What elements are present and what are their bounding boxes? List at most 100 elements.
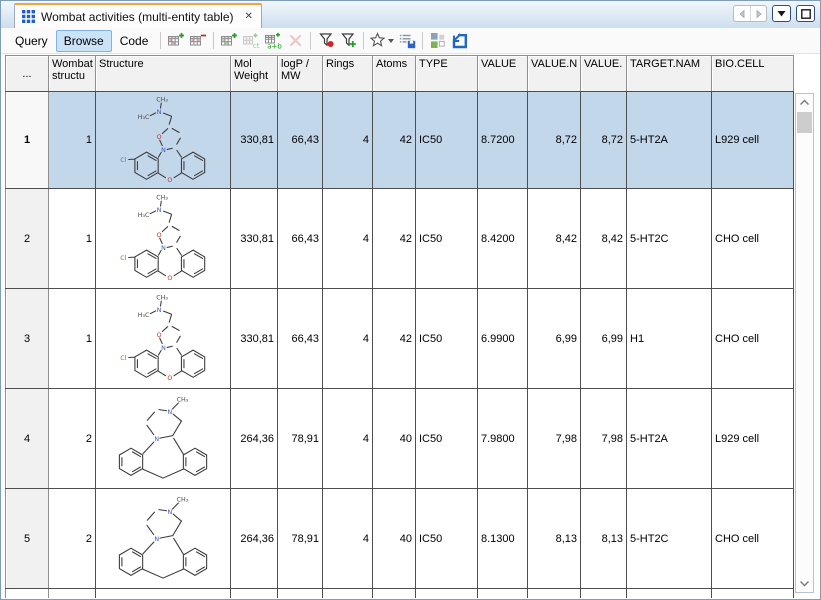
cell-bio-cell[interactable]: CHO cell [712,489,794,589]
row-header[interactable]: 5 [6,489,49,589]
row-header[interactable] [6,589,49,599]
cell-bio-cell[interactable]: CHO cell [712,289,794,389]
tab-close-icon[interactable]: ✕ [245,12,253,22]
mode-code[interactable]: Code [112,30,157,52]
column-header-logp-mw[interactable]: logP / MW [278,56,323,92]
column-header-value-2[interactable]: VALUE. [581,56,627,92]
cell-empty[interactable] [278,589,323,599]
add-table-a-plus-b-icon[interactable]: a+b [262,30,284,52]
row-header[interactable]: 4 [6,389,49,489]
cell-atoms[interactable]: 42 [373,189,416,289]
column-header-rings[interactable]: Rings [323,56,373,92]
cell-atoms[interactable]: 40 [373,389,416,489]
cell-mol-weight[interactable]: 330,81 [231,189,278,289]
cell-wombat-structure[interactable]: 1 [49,92,96,189]
cell-value-2[interactable]: 8,13 [581,489,627,589]
cell-value-2[interactable]: 8,72 [581,92,627,189]
cell-value-n[interactable]: 7,98 [528,389,581,489]
tab-list-dropdown-icon[interactable] [772,5,791,22]
add-table-icon[interactable] [218,30,240,52]
tab-scroll-left-icon[interactable] [734,6,750,21]
panels-layout-icon[interactable] [427,30,449,52]
cell-value[interactable]: 8.7200 [478,92,528,189]
cell-type[interactable]: IC50 [416,92,478,189]
mode-query[interactable]: Query [7,30,56,52]
cell-mol-weight[interactable]: 330,81 [231,92,278,189]
cell-value[interactable]: 7.9800 [478,389,528,489]
maximize-icon[interactable] [796,5,815,22]
cell-rings[interactable]: 4 [323,389,373,489]
cell-mol-weight[interactable]: 264,36 [231,389,278,489]
cell-empty[interactable] [96,589,231,599]
column-header-wombat-structure[interactable]: Wombat structu [49,56,96,92]
mode-browse[interactable]: Browse [56,30,112,52]
cell-structure[interactable] [96,489,231,589]
cell-logp-mw[interactable]: 66,43 [278,189,323,289]
cell-target[interactable]: 5-HT2C [627,189,712,289]
cell-value-n[interactable]: 8,42 [528,189,581,289]
cell-wombat-structure[interactable]: 2 [49,389,96,489]
cell-atoms[interactable]: 42 [373,289,416,389]
cell-target[interactable]: 5-HT2C [627,489,712,589]
cell-wombat-structure[interactable]: 2 [49,489,96,589]
cell-empty[interactable] [416,589,478,599]
scrollbar-thumb[interactable] [797,112,812,133]
row-header[interactable]: 2 [6,189,49,289]
column-header-value-n[interactable]: VALUE.N [528,56,581,92]
cell-value[interactable]: 8.1300 [478,489,528,589]
cell-empty[interactable] [231,589,278,599]
cell-target[interactable]: H1 [627,289,712,389]
cell-structure[interactable] [96,389,231,489]
cell-value[interactable]: 8.4200 [478,189,528,289]
favorites-star-icon[interactable] [368,30,396,52]
column-header-bio-cell[interactable]: BIO.CELL [712,56,794,92]
cell-structure[interactable] [96,289,231,389]
cell-empty[interactable] [323,589,373,599]
cell-logp-mw[interactable]: 66,43 [278,289,323,389]
vertical-scrollbar[interactable] [795,93,814,593]
cell-type[interactable]: IC50 [416,489,478,589]
cell-empty[interactable] [528,589,581,599]
tab-scroll-right-icon[interactable] [750,6,766,21]
cell-wombat-structure[interactable]: 1 [49,189,96,289]
cell-mol-weight[interactable]: 330,81 [231,289,278,389]
filter-remove-icon[interactable] [315,30,337,52]
cell-target[interactable]: 5-HT2A [627,389,712,489]
add-entity-table-icon[interactable] [165,30,187,52]
cell-target[interactable]: 5-HT2A [627,92,712,189]
column-header-type[interactable]: TYPE [416,56,478,92]
cell-value[interactable]: 6.9900 [478,289,528,389]
cell-value-2[interactable]: 6,99 [581,289,627,389]
scroll-up-icon[interactable] [796,94,813,111]
corner-options-button[interactable]: ... [6,56,49,92]
cell-bio-cell[interactable]: L929 cell [712,389,794,489]
cell-empty[interactable] [627,589,712,599]
export-view-icon[interactable] [449,30,471,52]
cell-rings[interactable]: 4 [323,289,373,389]
cell-value-n[interactable]: 8,13 [528,489,581,589]
cell-type[interactable]: IC50 [416,389,478,489]
cell-empty[interactable] [712,589,794,599]
column-header-target-name[interactable]: TARGET.NAM [627,56,712,92]
cell-structure[interactable] [96,189,231,289]
cell-mol-weight[interactable]: 264,36 [231,489,278,589]
cell-empty[interactable] [478,589,528,599]
column-header-structure[interactable]: Structure [96,56,231,92]
cell-empty[interactable] [373,589,416,599]
tab-wombat-activities[interactable]: Wombat activities (multi-entity table) ✕ [14,3,262,28]
column-header-value[interactable]: VALUE [478,56,528,92]
delete-icon[interactable] [284,30,306,52]
cell-bio-cell[interactable]: CHO cell [712,189,794,289]
cell-wombat-structure[interactable]: 1 [49,289,96,389]
row-header[interactable]: 3 [6,289,49,389]
cell-value-2[interactable]: 8,42 [581,189,627,289]
filter-add-icon[interactable] [337,30,359,52]
cell-rings[interactable]: 4 [323,489,373,589]
cell-logp-mw[interactable]: 78,91 [278,389,323,489]
scroll-down-icon[interactable] [796,575,813,592]
cell-atoms[interactable]: 40 [373,489,416,589]
cell-logp-mw[interactable]: 78,91 [278,489,323,589]
cell-value-2[interactable]: 7,98 [581,389,627,489]
cell-rings[interactable]: 4 [323,189,373,289]
cell-rings[interactable]: 4 [323,92,373,189]
